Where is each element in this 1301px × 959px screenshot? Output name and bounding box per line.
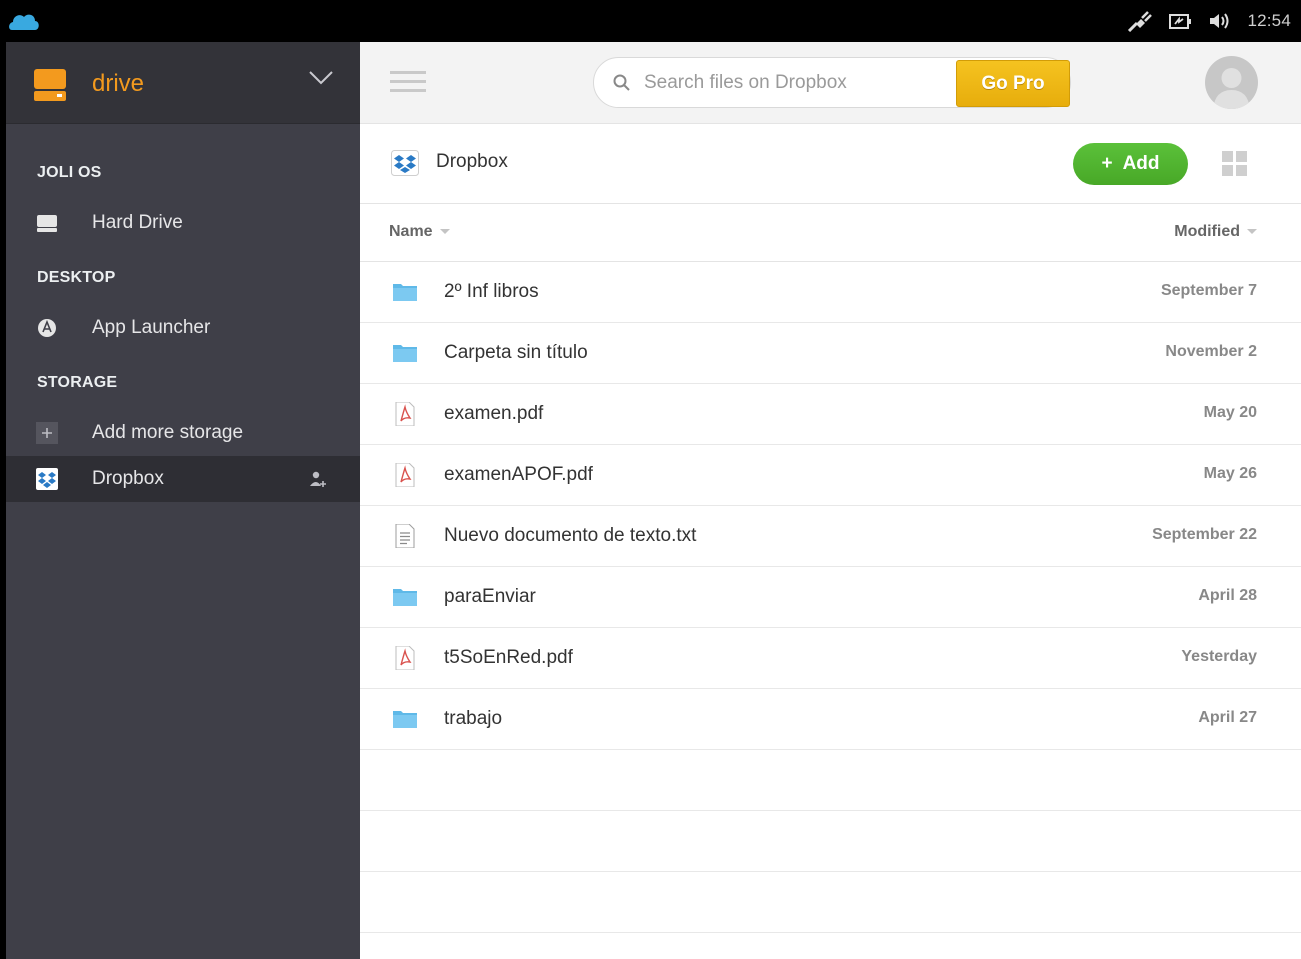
column-name[interactable]: Name [389, 223, 450, 241]
go-pro-button[interactable]: Go Pro [956, 60, 1070, 107]
file-name: examen.pdf [444, 403, 544, 424]
sidebar-item-app-launcher[interactable]: App Launcher [6, 305, 360, 351]
folder-icon [393, 711, 417, 728]
file-name: t5SoEnRed.pdf [444, 647, 573, 668]
table-row[interactable]: examen.pdf May 20 [360, 384, 1301, 445]
add-button-label: Add [1122, 153, 1160, 174]
text-file-icon [395, 524, 415, 548]
user-avatar-icon [1213, 68, 1250, 109]
pdf-file-icon [395, 463, 415, 487]
sidebar-item-label: Hard Drive [92, 212, 183, 233]
column-modified-label: Modified [1174, 223, 1240, 240]
sidebar-item-hard-drive[interactable]: Hard Drive [6, 200, 360, 246]
system-bar: 12:54 [0, 0, 1301, 42]
file-list: 2º Inf libros September 7 Carpeta sin tí… [360, 262, 1301, 933]
dropbox-icon [36, 468, 58, 490]
column-modified[interactable]: Modified [1174, 223, 1257, 241]
sort-caret-icon [1247, 229, 1257, 235]
section-title-joli-os: JOLI OS [37, 164, 102, 181]
table-row[interactable]: 2º Inf libros September 7 [360, 262, 1301, 323]
plus-icon: + [1101, 153, 1113, 174]
top-bar: Go Pro [360, 42, 1301, 124]
search-input[interactable] [644, 68, 944, 98]
sidebar-header[interactable]: drive [6, 42, 360, 124]
plug-icon[interactable] [1127, 10, 1153, 32]
share-user-icon[interactable] [308, 469, 328, 489]
empty-row [360, 872, 1301, 933]
empty-row [360, 750, 1301, 811]
file-name: Carpeta sin título [444, 342, 588, 363]
file-modified: September 22 [1152, 526, 1257, 543]
sidebar-item-label: App Launcher [92, 317, 211, 338]
drive-logo-icon [34, 69, 66, 101]
sort-caret-icon [439, 229, 450, 235]
table-row[interactable]: Carpeta sin título November 2 [360, 323, 1301, 384]
table-row[interactable]: Nuevo documento de texto.txt September 2… [360, 506, 1301, 567]
folder-icon [393, 345, 417, 362]
column-name-label: Name [389, 223, 433, 240]
folder-icon [393, 284, 417, 301]
grid-view-icon[interactable] [1222, 151, 1248, 177]
file-modified: April 27 [1198, 709, 1257, 726]
file-modified: May 20 [1203, 404, 1257, 421]
breadcrumb-current[interactable]: Dropbox [436, 151, 508, 173]
empty-row [360, 811, 1301, 872]
table-row[interactable]: examenAPOF.pdf May 26 [360, 445, 1301, 506]
table-header: Name Modified [360, 204, 1301, 262]
file-modified: May 26 [1203, 465, 1257, 482]
sidebar-item-add-storage[interactable]: Add more storage [6, 410, 360, 456]
file-modified: September 7 [1160, 282, 1257, 299]
folder-icon [393, 589, 417, 606]
file-modified: Yesterday [1181, 648, 1257, 665]
file-name: 2º Inf libros [444, 281, 539, 302]
chevron-down-icon[interactable] [308, 68, 334, 88]
cloud-logo-icon[interactable] [8, 10, 40, 32]
pdf-file-icon [395, 646, 415, 670]
table-row[interactable]: paraEnviar April 28 [360, 567, 1301, 628]
table-row[interactable]: t5SoEnRed.pdf Yesterday [360, 628, 1301, 689]
sidebar-item-label: Dropbox [92, 468, 164, 489]
volume-icon[interactable] [1207, 10, 1233, 32]
hard-drive-icon [37, 215, 57, 232]
section-title-storage: STORAGE [37, 374, 118, 391]
clock: 12:54 [1247, 11, 1291, 30]
search-icon [613, 74, 630, 91]
plus-icon [36, 422, 58, 444]
file-name: examenAPOF.pdf [444, 464, 593, 485]
app-launcher-icon [38, 319, 56, 337]
file-modified: April 28 [1198, 587, 1257, 604]
table-row[interactable]: trabajo April 27 [360, 689, 1301, 750]
battery-icon[interactable] [1167, 10, 1193, 32]
avatar[interactable] [1205, 56, 1258, 109]
file-modified: November 2 [1165, 343, 1257, 360]
menu-icon[interactable] [390, 69, 426, 95]
dropbox-icon [391, 150, 419, 176]
file-name: paraEnviar [444, 586, 536, 607]
app-title: drive [92, 70, 145, 97]
main-panel: Go Pro Dropbox + Add Name Modified [360, 42, 1301, 959]
section-title-desktop: DESKTOP [37, 269, 116, 286]
pdf-file-icon [395, 402, 415, 426]
sidebar-item-label: Add more storage [92, 422, 244, 443]
sidebar: drive JOLI OS Hard Drive DESKTOP App Lau… [6, 42, 360, 959]
sidebar-item-dropbox[interactable]: Dropbox [6, 456, 360, 502]
file-name: trabajo [444, 708, 503, 729]
breadcrumb: Dropbox + Add [360, 124, 1301, 204]
add-button[interactable]: + Add [1073, 143, 1188, 185]
system-tray: 12:54 [1127, 8, 1291, 34]
file-name: Nuevo documento de texto.txt [444, 525, 697, 546]
